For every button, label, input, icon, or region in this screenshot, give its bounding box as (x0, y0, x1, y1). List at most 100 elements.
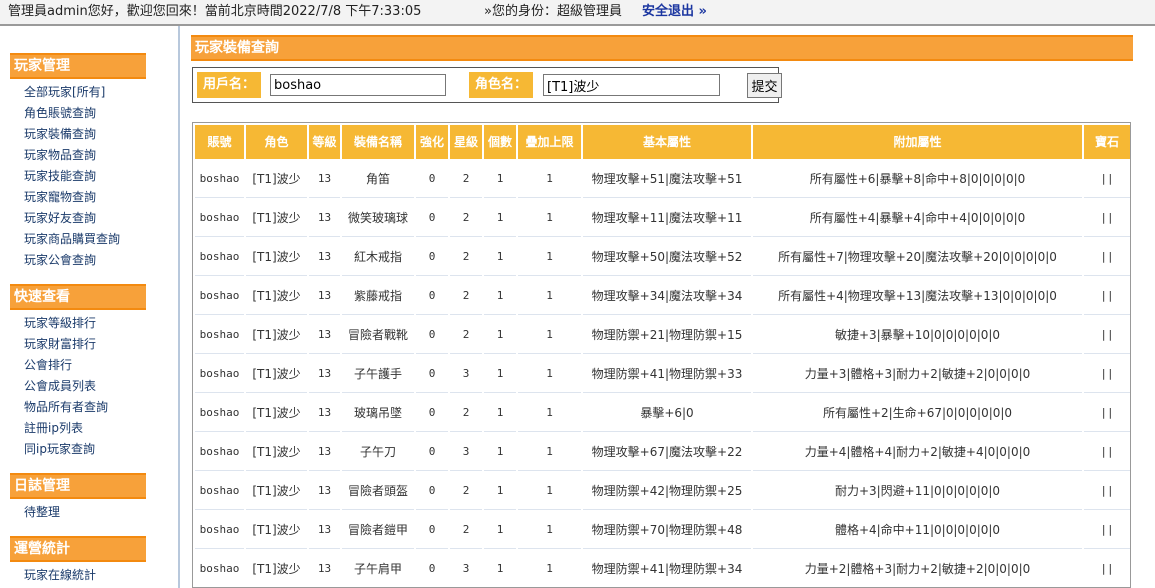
page-title: 玩家裝備查詢 (191, 35, 1133, 61)
enhance-cell: 0 (416, 395, 448, 432)
table-row: boshao [T1]波少 13 玻璃吊墜 0 2 1 1 暴擊+6|0 所有屬性+2|生命+67… (195, 395, 1130, 432)
username-input[interactable] (270, 74, 446, 96)
stack-limit-cell: 1 (518, 161, 581, 198)
account-cell: boshao (195, 278, 244, 315)
enhance-cell: 0 (416, 434, 448, 471)
header-col-level: 等級 (309, 125, 340, 159)
header-col-stack-limit: 疊加上限 (518, 125, 581, 159)
equipment-name-cell: 子午刀 (342, 434, 414, 471)
table-row: boshao [T1]波少 13 角笛 0 2 1 1 物理攻擊+51|魔法攻擊+51 所有屬性+… (195, 161, 1130, 198)
table-row: boshao [T1]波少 13 子午刀 0 3 1 1 物理攻擊+67|魔法攻擊+22 力量+4… (195, 434, 1130, 471)
base-attr-cell: 物理防禦+42|物理防禦+25 (583, 473, 751, 510)
base-attr-cell: 物理攻擊+51|魔法攻擊+51 (583, 161, 751, 198)
star-cell: 2 (450, 395, 482, 432)
sidebar-item-same-ip-query[interactable]: 同ip玩家查詢 (24, 442, 95, 457)
role-text: »您的身份：超級管理員 (484, 4, 622, 19)
gem-cell: || (1084, 200, 1130, 237)
username-label: 用戶名： (197, 72, 261, 98)
equipment-name-cell: 子午肩甲 (342, 551, 414, 587)
table-row: boshao [T1]波少 13 冒險者頭盔 0 2 1 1 物理防禦+42|物理防禦+25 耐力… (195, 473, 1130, 510)
enhance-cell: 0 (416, 512, 448, 549)
rolename-input[interactable] (543, 74, 720, 96)
enhance-cell: 0 (416, 239, 448, 276)
sidebar-item-equipment-query[interactable]: 玩家裝備查詢 (24, 127, 96, 142)
count-cell: 1 (484, 551, 516, 587)
role-cell: [T1]波少 (246, 239, 307, 276)
extra-attr-cell: 力量+2|體格+3|耐力+2|敏捷+2|0|0|0|0 (753, 551, 1082, 587)
account-cell: boshao (195, 395, 244, 432)
enhance-cell: 0 (416, 356, 448, 393)
sidebar-item-all-players[interactable]: 全部玩家[所有] (24, 85, 105, 100)
star-cell: 2 (450, 473, 482, 510)
extra-attr-cell: 所有屬性+2|生命+67|0|0|0|0|0|0 (753, 395, 1082, 432)
account-cell: boshao (195, 434, 244, 471)
table-row: boshao [T1]波少 13 子午肩甲 0 3 1 1 物理防禦+41|物理防禦+34 力量+… (195, 551, 1130, 587)
submit-button[interactable]: 提交 (747, 73, 782, 98)
header-col-account: 賬號 (195, 125, 244, 159)
extra-attr-cell: 敏捷+3|暴擊+10|0|0|0|0|0|0 (753, 317, 1082, 354)
sidebar: 玩家管理 全部玩家[所有] 角色賬號查詢 玩家裝備查詢 玩家物品查詢 玩家技能查… (0, 26, 180, 588)
sidebar-item-role-account-query[interactable]: 角色賬號查詢 (24, 106, 96, 121)
base-attr-cell: 物理攻擊+50|魔法攻擊+52 (583, 239, 751, 276)
logout-link[interactable]: 安全退出 » (642, 0, 707, 23)
table-row: boshao [T1]波少 13 子午護手 0 3 1 1 物理防禦+41|物理防禦+33 力量+… (195, 356, 1130, 393)
level-cell: 13 (309, 239, 340, 276)
sidebar-item-items-query[interactable]: 玩家物品查詢 (24, 148, 96, 163)
sidebar-item-wealth-ranking[interactable]: 玩家財富排行 (24, 337, 96, 352)
account-cell: boshao (195, 512, 244, 549)
role-cell: [T1]波少 (246, 356, 307, 393)
count-cell: 1 (484, 356, 516, 393)
stack-limit-cell: 1 (518, 278, 581, 315)
header-col-extra-attr: 附加屬性 (753, 125, 1082, 159)
stack-limit-cell: 1 (518, 434, 581, 471)
header-col-star: 星級 (450, 125, 482, 159)
extra-attr-cell: 力量+3|體格+3|耐力+2|敏捷+2|0|0|0|0 (753, 356, 1082, 393)
level-cell: 13 (309, 356, 340, 393)
equipment-table-container[interactable]: 賬號 角色 等級 裝備名稱 強化 星級 個數 疊加上限 基本屬性 附加屬性 寶石 boshao [T1… (192, 122, 1131, 588)
sidebar-item-item-owner-query[interactable]: 物品所有者查詢 (24, 400, 108, 415)
enhance-cell: 0 (416, 161, 448, 198)
sidebar-item-friends-query[interactable]: 玩家好友查詢 (24, 211, 96, 226)
sidebar-item-pending[interactable]: 待整理 (24, 505, 60, 520)
equipment-table: 賬號 角色 等級 裝備名稱 強化 星級 個數 疊加上限 基本屬性 附加屬性 寶石 boshao [T1… (193, 123, 1130, 587)
count-cell: 1 (484, 278, 516, 315)
stack-limit-cell: 1 (518, 512, 581, 549)
count-cell: 1 (484, 434, 516, 471)
role-cell: [T1]波少 (246, 551, 307, 587)
role-cell: [T1]波少 (246, 200, 307, 237)
star-cell: 2 (450, 317, 482, 354)
count-cell: 1 (484, 239, 516, 276)
sidebar-item-guild-query[interactable]: 玩家公會查詢 (24, 253, 96, 268)
role-cell: [T1]波少 (246, 161, 307, 198)
sidebar-item-pets-query[interactable]: 玩家寵物查詢 (24, 190, 96, 205)
sidebar-item-online-stats[interactable]: 玩家在線統計 (24, 568, 96, 583)
sidebar-section-log-management: 日誌管理 (10, 473, 146, 499)
level-cell: 13 (309, 551, 340, 587)
equipment-name-cell: 子午護手 (342, 356, 414, 393)
extra-attr-cell: 所有屬性+4|暴擊+4|命中+4|0|0|0|0|0 (753, 200, 1082, 237)
sidebar-item-register-ip-list[interactable]: 註冊ip列表 (24, 421, 83, 436)
stack-limit-cell: 1 (518, 395, 581, 432)
equipment-name-cell: 紫藤戒指 (342, 278, 414, 315)
account-cell: boshao (195, 551, 244, 587)
gem-cell: || (1084, 317, 1130, 354)
extra-attr-cell: 耐力+3|閃避+11|0|0|0|0|0|0 (753, 473, 1082, 510)
sidebar-item-guild-ranking[interactable]: 公會排行 (24, 358, 72, 373)
table-row: boshao [T1]波少 13 紫藤戒指 0 2 1 1 物理攻擊+34|魔法攻擊+34 所有屬… (195, 278, 1130, 315)
sidebar-item-skills-query[interactable]: 玩家技能查詢 (24, 169, 96, 184)
level-cell: 13 (309, 200, 340, 237)
role-cell: [T1]波少 (246, 317, 307, 354)
header-col-count: 個數 (484, 125, 516, 159)
sidebar-item-purchase-query[interactable]: 玩家商品購買查詢 (24, 232, 120, 247)
level-cell: 13 (309, 395, 340, 432)
account-cell: boshao (195, 356, 244, 393)
base-attr-cell: 暴擊+6|0 (583, 395, 751, 432)
extra-attr-cell: 所有屬性+4|物理攻擊+13|魔法攻擊+13|0|0|0|0|0 (753, 278, 1082, 315)
sidebar-section-operation-stats: 運營統計 (10, 536, 146, 562)
sidebar-item-guild-members[interactable]: 公會成員列表 (24, 379, 96, 394)
sidebar-item-level-ranking[interactable]: 玩家等級排行 (24, 316, 96, 331)
table-header-row: 賬號 角色 等級 裝備名稱 強化 星級 個數 疊加上限 基本屬性 附加屬性 寶石 (195, 125, 1130, 159)
star-cell: 2 (450, 161, 482, 198)
count-cell: 1 (484, 512, 516, 549)
level-cell: 13 (309, 278, 340, 315)
